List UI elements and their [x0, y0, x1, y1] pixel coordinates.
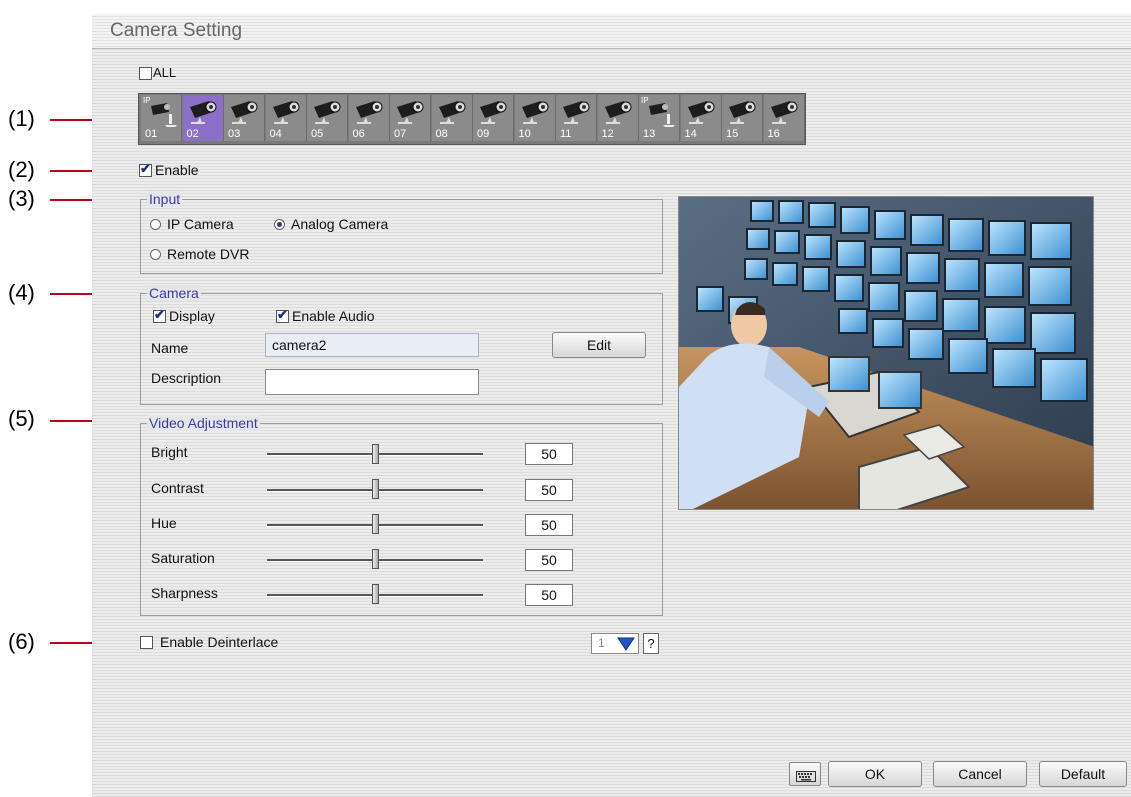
- callout-label-6: (6): [8, 629, 35, 654]
- camera-channel-13[interactable]: IP 13: [639, 95, 680, 141]
- analog-camera-radio[interactable]: [274, 219, 285, 230]
- display-label: Display: [169, 308, 215, 324]
- analog-camera-label: Analog Camera: [291, 216, 389, 232]
- cancel-button[interactable]: Cancel: [933, 761, 1027, 787]
- callout-label-5: (5): [8, 406, 35, 431]
- enable-deinterlace-checkbox[interactable]: [140, 636, 153, 649]
- camera-channel-02[interactable]: 02: [182, 95, 224, 141]
- camera-channel-07[interactable]: 07: [390, 95, 431, 141]
- contrast-slider-thumb[interactable]: [372, 479, 379, 499]
- saturation-value-field[interactable]: 50: [525, 549, 573, 571]
- camera-channel-14[interactable]: 14: [680, 95, 722, 141]
- camera-channel-08[interactable]: 08: [431, 95, 473, 141]
- camera-preview-image: [678, 196, 1094, 510]
- display-checkbox[interactable]: [153, 307, 166, 323]
- keyboard-button[interactable]: [789, 762, 821, 786]
- camera-selector-strip: IP 01 02 03 04 05 06 07 08 09 10 11 12 IP 13 14 15 16: [138, 93, 806, 145]
- camera-channel-number: 10: [518, 128, 531, 140]
- keyboard-icon: [796, 769, 816, 787]
- window-title: Camera Setting: [110, 20, 243, 41]
- camera-channel-number: 09: [477, 128, 490, 140]
- camera-channel-06[interactable]: 06: [348, 95, 390, 141]
- camera-channel-number: 03: [228, 128, 241, 140]
- camera-channel-05[interactable]: 05: [307, 95, 348, 141]
- camera-channel-15[interactable]: 15: [722, 95, 763, 141]
- camera-channel-number: 08: [435, 128, 448, 140]
- surveillance-room-illustration: [679, 197, 1093, 509]
- help-button[interactable]: ?: [643, 633, 659, 654]
- camera-channel-number: 05: [311, 128, 324, 140]
- description-label: Description: [151, 370, 222, 386]
- edit-button[interactable]: Edit: [552, 332, 646, 358]
- bright-slider-thumb[interactable]: [372, 444, 379, 464]
- camera-channel-number: 11: [560, 128, 572, 140]
- hue-slider-thumb[interactable]: [372, 514, 379, 534]
- all-label: ALL: [153, 65, 177, 80]
- ok-button[interactable]: OK: [828, 761, 922, 787]
- help-button-label: ?: [647, 636, 655, 651]
- contrast-label: Contrast: [151, 480, 204, 496]
- hue-label: Hue: [151, 515, 177, 531]
- camera-legend: Camera: [147, 285, 201, 301]
- camera-channel-number: 01: [145, 128, 158, 140]
- camera-channel-01[interactable]: IP 01: [141, 95, 182, 141]
- video-adjustment-legend: Video Adjustment: [147, 415, 260, 431]
- saturation-slider-thumb[interactable]: [372, 549, 379, 569]
- contrast-value-field[interactable]: 50: [525, 479, 573, 501]
- enable-audio-checkbox[interactable]: [276, 307, 289, 323]
- default-button[interactable]: Default: [1039, 761, 1127, 787]
- bright-label: Bright: [151, 444, 188, 460]
- camera-channel-03[interactable]: 03: [224, 95, 265, 141]
- title-bar: Camera Setting: [92, 14, 1131, 49]
- input-legend: Input: [147, 191, 183, 207]
- enable-checkbox[interactable]: [139, 161, 152, 177]
- description-field[interactable]: [265, 369, 479, 395]
- camera-channel-10[interactable]: 10: [514, 95, 556, 141]
- camera-channel-number: 12: [601, 128, 614, 140]
- sharpness-value-field[interactable]: 50: [525, 584, 573, 606]
- ip-camera-label: IP Camera: [167, 216, 234, 232]
- hue-value-field[interactable]: 50: [525, 514, 573, 536]
- camera-channel-12[interactable]: 12: [597, 95, 639, 141]
- camera-channel-number: 07: [394, 128, 407, 140]
- camera-channel-number: 15: [726, 128, 739, 140]
- sharpness-label: Sharpness: [151, 585, 218, 601]
- sharpness-slider-thumb[interactable]: [372, 584, 379, 604]
- callout-label-2: (2): [8, 157, 35, 182]
- ip-badge: IP: [143, 96, 151, 105]
- name-field[interactable]: camera2: [265, 333, 479, 357]
- enable-deinterlace-label: Enable Deinterlace: [160, 634, 279, 650]
- enable-label: Enable: [155, 162, 199, 178]
- camera-channel-11[interactable]: 11: [556, 95, 597, 141]
- bright-value-field[interactable]: 50: [525, 443, 573, 465]
- camera-channel-number: 16: [767, 128, 780, 140]
- camera-channel-16[interactable]: 16: [763, 95, 805, 141]
- ip-camera-radio[interactable]: [150, 219, 161, 230]
- deinterlace-select[interactable]: 1: [591, 633, 639, 654]
- remote-dvr-label: Remote DVR: [167, 246, 250, 262]
- all-checkbox[interactable]: [139, 67, 152, 80]
- camera-channel-number: 13: [643, 128, 656, 140]
- video-adjustment-group: Video Adjustment: [140, 415, 663, 616]
- camera-channel-09[interactable]: 09: [473, 95, 514, 141]
- input-group: Input: [140, 191, 663, 274]
- camera-channel-number: 04: [269, 128, 282, 140]
- callout-label-4: (4): [8, 280, 35, 305]
- camera-channel-04[interactable]: 04: [265, 95, 307, 141]
- camera-channel-number: 02: [186, 128, 199, 140]
- camera-channel-number: 14: [684, 128, 697, 140]
- enable-audio-label: Enable Audio: [292, 308, 375, 324]
- remote-dvr-radio[interactable]: [150, 249, 161, 260]
- saturation-label: Saturation: [151, 550, 215, 566]
- callout-label-3: (3): [8, 186, 35, 211]
- camera-channel-number: 06: [352, 128, 365, 140]
- deinterlace-select-value: 1: [598, 636, 605, 650]
- name-label: Name: [151, 340, 189, 356]
- chevron-down-icon: [617, 636, 635, 656]
- ip-badge: IP: [641, 96, 649, 105]
- callout-label-1: (1): [8, 106, 35, 131]
